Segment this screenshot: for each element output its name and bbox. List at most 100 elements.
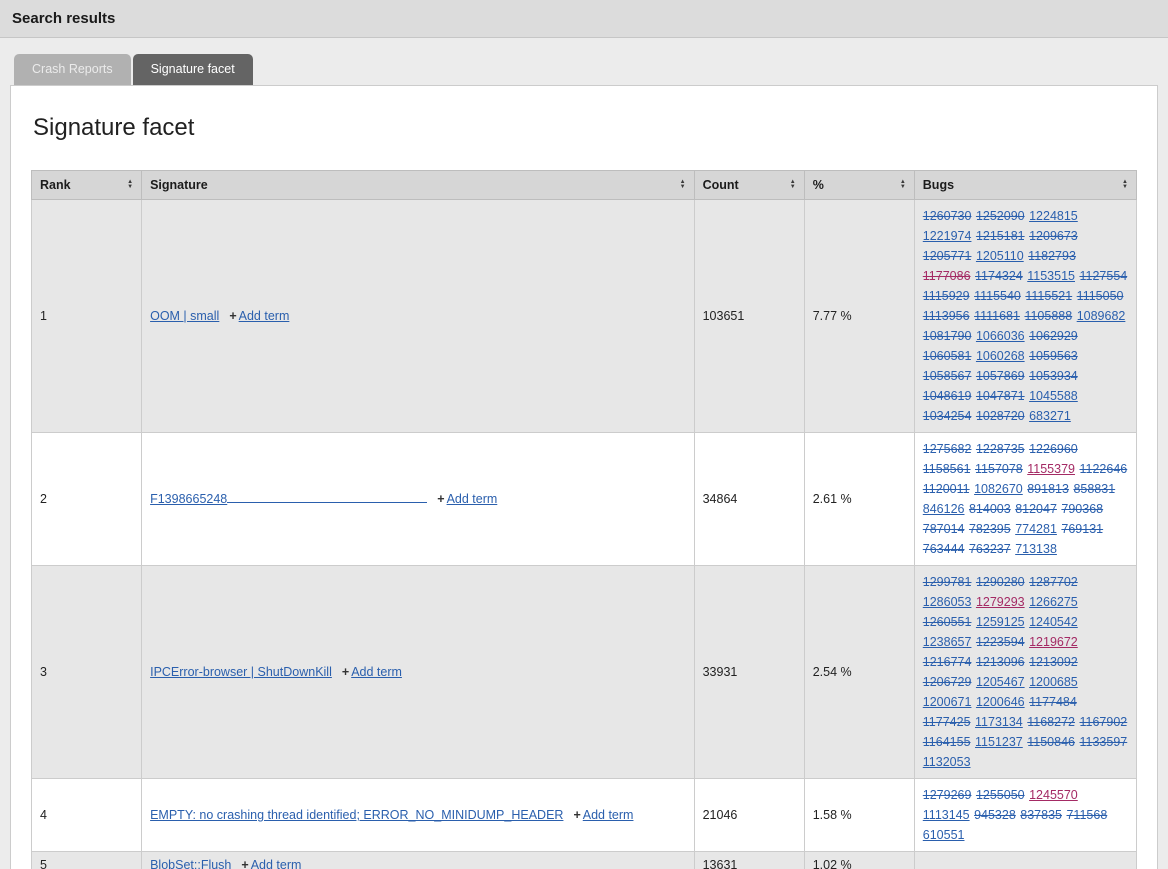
bug-link[interactable]: 1213096 — [976, 655, 1025, 669]
bug-link[interactable]: 1053934 — [1029, 369, 1078, 383]
bug-link[interactable]: 1059563 — [1029, 349, 1078, 363]
bug-link[interactable]: 1279293 — [976, 595, 1025, 609]
bug-link[interactable]: 1206729 — [923, 675, 972, 689]
column-header-[interactable]: %▲▼ — [804, 171, 914, 200]
bug-link[interactable]: 1226960 — [1029, 442, 1078, 456]
bug-link[interactable]: 1089682 — [1077, 309, 1126, 323]
bug-link[interactable]: 1120011 — [923, 482, 970, 496]
bug-link[interactable]: 1155379 — [1027, 462, 1075, 476]
bug-link[interactable]: 1115540 — [974, 289, 1021, 303]
bug-link[interactable]: 610551 — [923, 828, 965, 842]
bug-link[interactable]: 1252090 — [976, 209, 1025, 223]
bug-link[interactable]: 769131 — [1061, 522, 1103, 536]
bug-link[interactable]: 1200685 — [1029, 675, 1078, 689]
bug-link[interactable]: 1240542 — [1029, 615, 1078, 629]
bug-link[interactable]: 1260730 — [923, 209, 972, 223]
bug-link[interactable]: 814003 — [969, 502, 1011, 516]
add-term-link[interactable]: +Add term — [437, 492, 497, 506]
bug-link[interactable]: 1219672 — [1029, 635, 1078, 649]
bug-link[interactable]: 1115929 — [923, 289, 970, 303]
bug-link[interactable]: 1113145 — [923, 808, 970, 822]
bug-link[interactable]: 1151237 — [975, 735, 1023, 749]
bug-link[interactable]: 1115050 — [1077, 289, 1124, 303]
add-term-link[interactable]: +Add term — [573, 808, 633, 822]
signature-link[interactable]: F1398665248 — [150, 492, 427, 506]
bug-link[interactable]: 774281 — [1015, 522, 1057, 536]
sort-icon[interactable]: ▲▼ — [900, 180, 906, 190]
bug-link[interactable]: 1066036 — [976, 329, 1025, 343]
bug-link[interactable]: 1287702 — [1029, 575, 1078, 589]
bug-link[interactable]: 1205467 — [976, 675, 1025, 689]
bug-link[interactable]: 1081790 — [923, 329, 972, 343]
tab-crash-reports[interactable]: Crash Reports — [14, 54, 131, 85]
bug-link[interactable]: 1174324 — [975, 269, 1023, 283]
sort-icon[interactable]: ▲▼ — [127, 180, 133, 190]
bug-link[interactable]: 787014 — [923, 522, 965, 536]
signature-link[interactable]: IPCError-browser | ShutDownKill — [150, 665, 332, 679]
bug-link[interactable]: 1150846 — [1027, 735, 1075, 749]
bug-link[interactable]: 846126 — [923, 502, 965, 516]
bug-link[interactable]: 1153515 — [1027, 269, 1075, 283]
bug-link[interactable]: 1255050 — [976, 788, 1025, 802]
bug-link[interactable]: 1173134 — [975, 715, 1023, 729]
add-term-link[interactable]: +Add term — [229, 309, 289, 323]
signature-link[interactable]: OOM | small — [150, 309, 219, 323]
bug-link[interactable]: 1182793 — [1028, 249, 1076, 263]
bug-link[interactable]: 1238657 — [923, 635, 972, 649]
bug-link[interactable]: 1200671 — [923, 695, 972, 709]
bug-link[interactable]: 1245570 — [1029, 788, 1078, 802]
bug-link[interactable]: 1216774 — [923, 655, 972, 669]
bug-link[interactable]: 1275682 — [923, 442, 972, 456]
bug-link[interactable]: 1048619 — [923, 389, 972, 403]
bug-link[interactable]: 858831 — [1073, 482, 1115, 496]
bug-link[interactable]: 782395 — [969, 522, 1011, 536]
bug-link[interactable]: 1224815 — [1029, 209, 1078, 223]
add-term-link[interactable]: +Add term — [241, 858, 301, 869]
bug-link[interactable]: 1158561 — [923, 462, 971, 476]
bug-link[interactable]: 1205110 — [976, 249, 1024, 263]
signature-link[interactable]: EMPTY: no crashing thread identified; ER… — [150, 808, 563, 822]
bug-link[interactable]: 790368 — [1061, 502, 1103, 516]
bug-link[interactable]: 1177425 — [923, 715, 971, 729]
bug-link[interactable]: 1200646 — [976, 695, 1025, 709]
tab-signature-facet[interactable]: Signature facet — [133, 54, 253, 85]
bug-link[interactable]: 1299781 — [923, 575, 972, 589]
bug-link[interactable]: 1213092 — [1029, 655, 1078, 669]
sort-icon[interactable]: ▲▼ — [1122, 180, 1128, 190]
bug-link[interactable]: 1082670 — [974, 482, 1023, 496]
bug-link[interactable]: 713138 — [1015, 542, 1057, 556]
bug-link[interactable]: 1060581 — [923, 349, 972, 363]
bug-link[interactable]: 891813 — [1027, 482, 1069, 496]
bug-link[interactable]: 1111681 — [974, 309, 1020, 323]
bug-link[interactable]: 763444 — [923, 542, 965, 556]
sort-icon[interactable]: ▲▼ — [680, 180, 686, 190]
column-header-rank[interactable]: Rank▲▼ — [32, 171, 142, 200]
bug-link[interactable]: 1290280 — [976, 575, 1025, 589]
bug-link[interactable]: 1122646 — [1079, 462, 1127, 476]
bug-link[interactable]: 1105888 — [1024, 309, 1072, 323]
bug-link[interactable]: 1133597 — [1079, 735, 1127, 749]
sort-icon[interactable]: ▲▼ — [790, 180, 796, 190]
column-header-count[interactable]: Count▲▼ — [694, 171, 804, 200]
bug-link[interactable]: 1221974 — [923, 229, 972, 243]
bug-link[interactable]: 683271 — [1029, 409, 1071, 423]
bug-link[interactable]: 1259125 — [976, 615, 1025, 629]
column-header-bugs[interactable]: Bugs▲▼ — [914, 171, 1136, 200]
bug-link[interactable]: 1057869 — [976, 369, 1025, 383]
bug-link[interactable]: 711568 — [1066, 808, 1107, 822]
bug-link[interactable]: 1113956 — [923, 309, 970, 323]
bug-link[interactable]: 1177086 — [923, 269, 971, 283]
bug-link[interactable]: 1045588 — [1029, 389, 1078, 403]
bug-link[interactable]: 945328 — [974, 808, 1016, 822]
bug-link[interactable]: 1167902 — [1079, 715, 1127, 729]
bug-link[interactable]: 837835 — [1020, 808, 1062, 822]
bug-link[interactable]: 1028720 — [976, 409, 1025, 423]
bug-link[interactable]: 1058567 — [923, 369, 972, 383]
bug-link[interactable]: 1127554 — [1079, 269, 1127, 283]
bug-link[interactable]: 1164155 — [923, 735, 971, 749]
bug-link[interactable]: 1266275 — [1029, 595, 1078, 609]
bug-link[interactable]: 1260551 — [923, 615, 972, 629]
bug-link[interactable]: 1115521 — [1025, 289, 1072, 303]
bug-link[interactable]: 1228735 — [976, 442, 1025, 456]
bug-link[interactable]: 1157078 — [975, 462, 1023, 476]
